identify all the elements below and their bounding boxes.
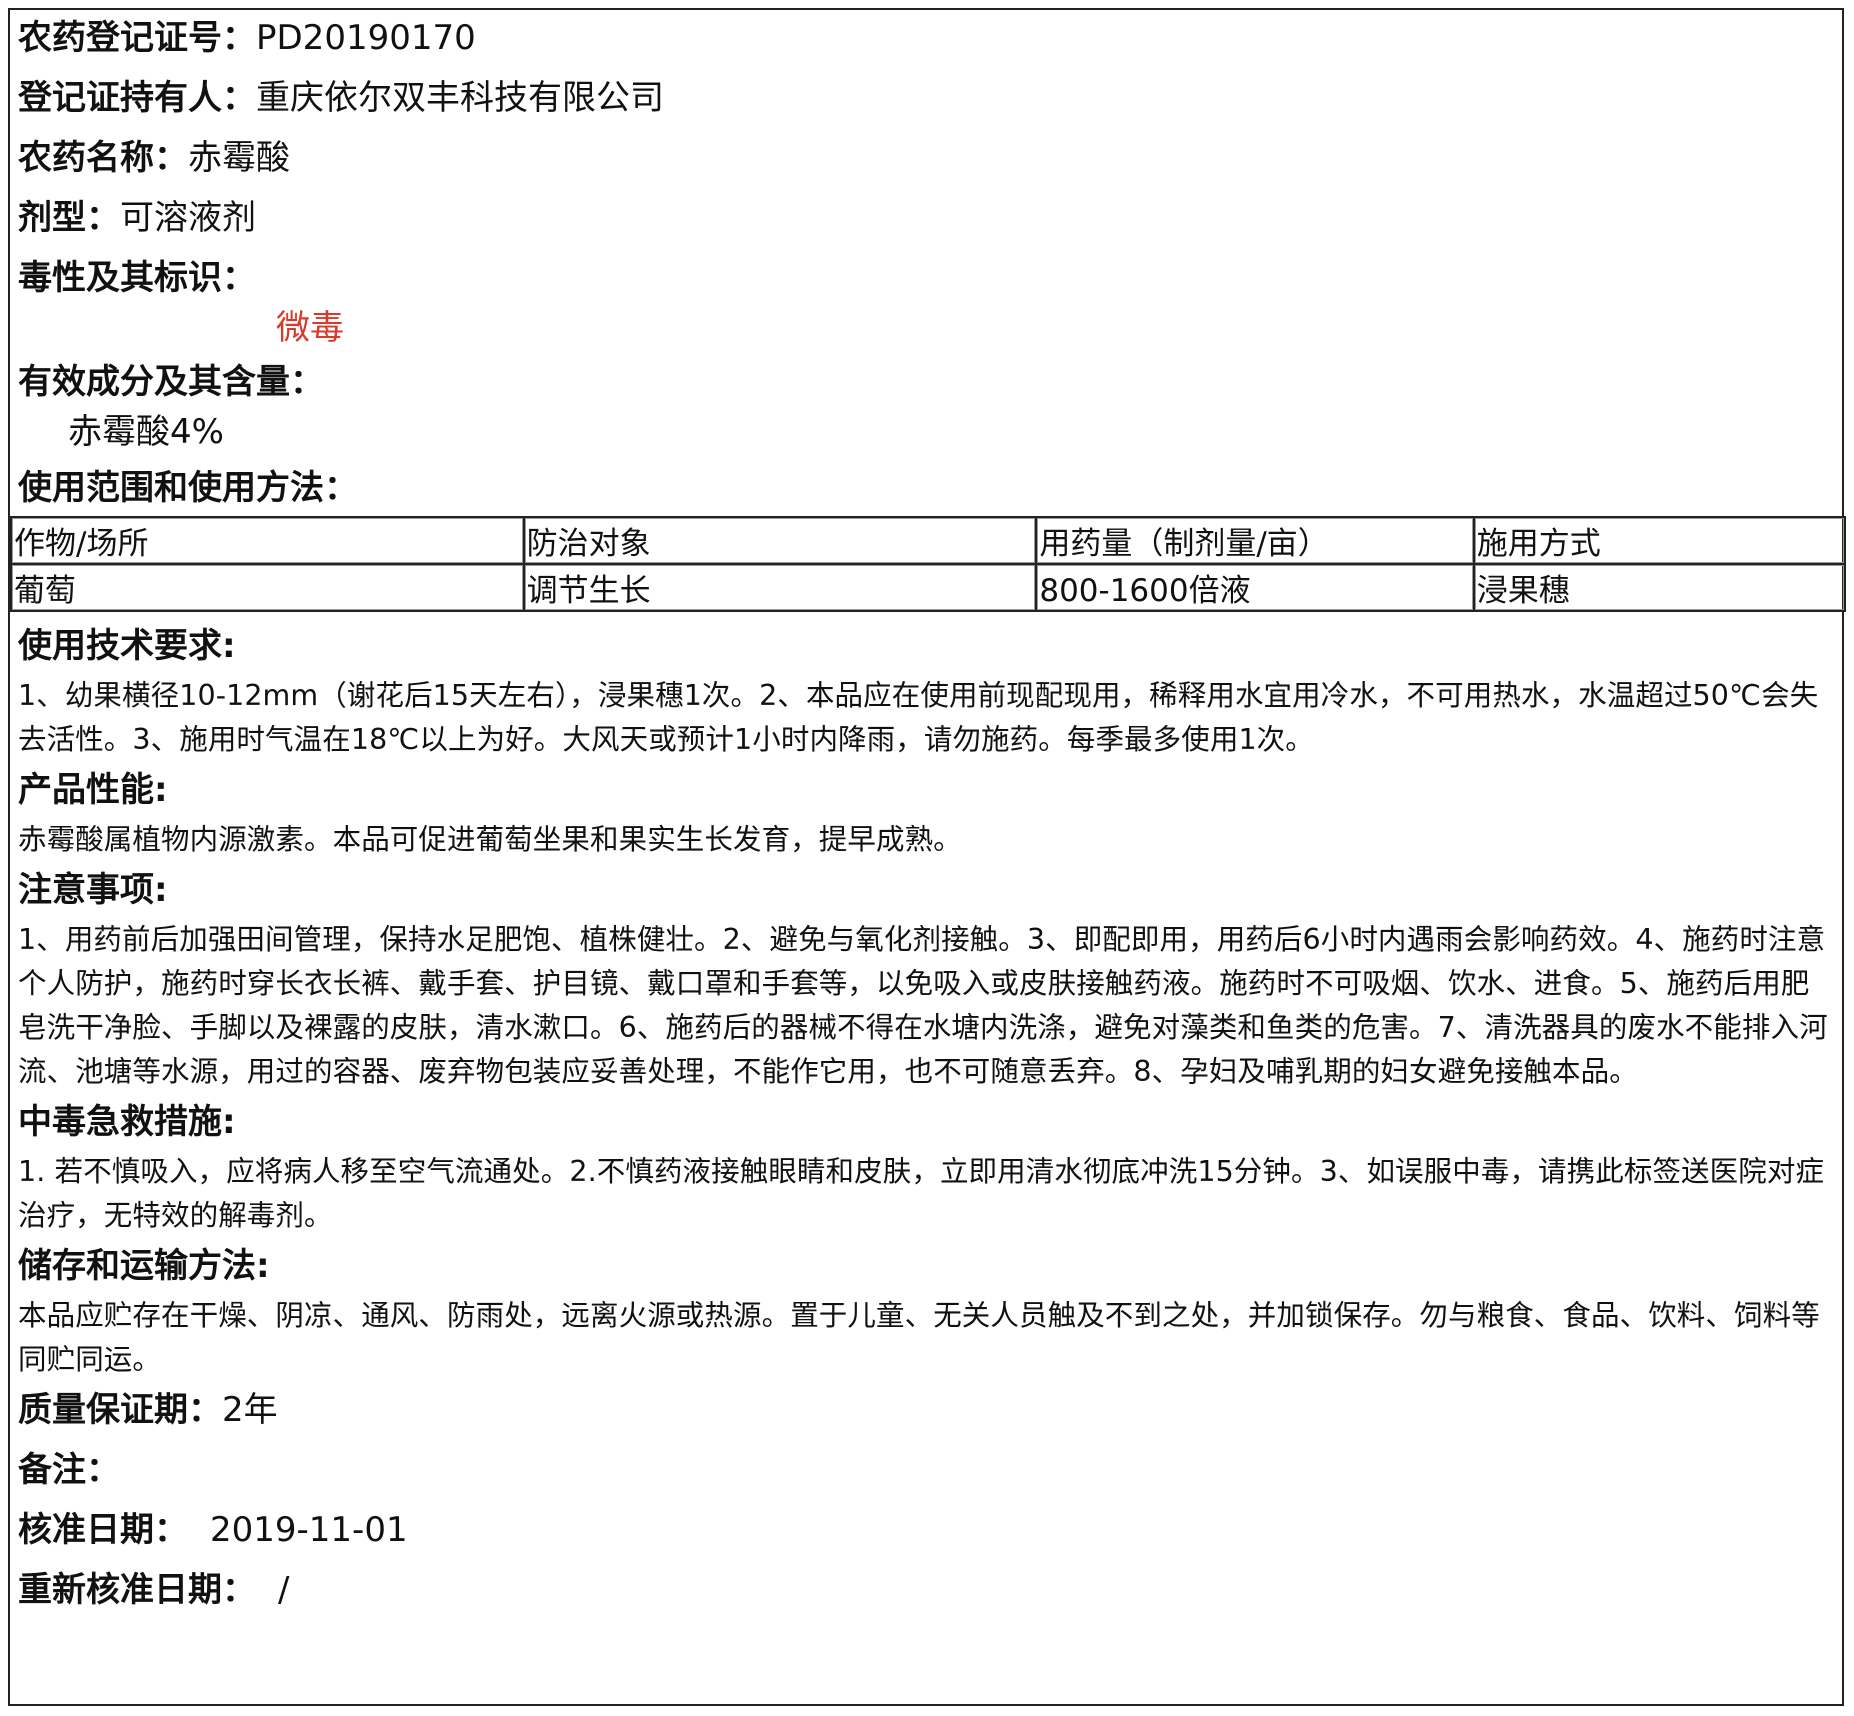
toxicity-value: 微毒 [276, 308, 344, 348]
usage-label: 使用范围和使用方法： [18, 468, 358, 508]
table-header-cell: 施用方式 [1472, 516, 1847, 565]
toxicity-row: 毒性及其标识： [18, 256, 1834, 306]
notes-label: 注意事项: [18, 870, 168, 910]
tech-label: 使用技术要求: [18, 626, 236, 666]
formulation-row: 剂型：可溶液剂 [18, 196, 1834, 256]
firstaid-text: 1. 若不慎吸入，应将病人移至空气流通处。2.不慎药液接触眼睛和皮肤，立即用清水… [18, 1155, 1825, 1232]
name-label: 农药名称： [18, 138, 188, 178]
shelf-row: 质量保证期：2年 [18, 1388, 1834, 1448]
approval-value: 2019-11-01 [210, 1510, 408, 1550]
tech-text: 1、幼果横径10-12mm（谢花后15天左右），浸果穗1次。2、本品应在使用前现… [18, 679, 1819, 756]
shelf-label: 质量保证期： [18, 1390, 222, 1430]
table-cell: 浸果穗 [1472, 563, 1847, 612]
shelf-value: 2年 [222, 1390, 278, 1430]
table-cell: 800-1600倍液 [1035, 563, 1475, 612]
formulation-value: 可溶液剂 [120, 198, 256, 238]
approval-row: 核准日期： 2019-11-01 [18, 1508, 1834, 1568]
table-cell: 葡萄 [10, 563, 525, 612]
approval-label: 核准日期： [18, 1510, 188, 1550]
usage-table: 作物/场所 防治对象 用药量（制剂量/亩） 施用方式 葡萄 调节生长 800-1… [10, 516, 1847, 612]
reapproval-row: 重新核准日期： / [18, 1568, 1834, 1628]
holder-row: 登记证持有人：重庆依尔双丰科技有限公司 [18, 76, 1834, 136]
ingredient-label: 有效成分及其含量： [18, 362, 324, 402]
pesticide-registration-document: 农药登记证号：PD20190170 登记证持有人：重庆依尔双丰科技有限公司 农药… [8, 8, 1847, 1706]
table-header-cell: 用药量（制剂量/亩） [1035, 516, 1475, 565]
reg-no-label: 农药登记证号： [18, 18, 256, 58]
reg-no-row: 农药登记证号：PD20190170 [18, 16, 1834, 76]
reg-no-value: PD20190170 [256, 18, 476, 58]
table-cell: 调节生长 [522, 563, 1038, 612]
remark-label: 备注： [18, 1450, 120, 1490]
ingredient-value: 赤霉酸4% [68, 412, 224, 452]
toxicity-label: 毒性及其标识： [18, 258, 256, 298]
storage-label: 储存和运输方法: [18, 1246, 270, 1286]
storage-text: 本品应贮存在干燥、阴凉、通风、防雨处，远离火源或热源。置于儿童、无关人员触及不到… [18, 1299, 1820, 1376]
name-value: 赤霉酸 [188, 138, 290, 178]
reapproval-label: 重新核准日期： [18, 1570, 256, 1610]
holder-label: 登记证持有人： [18, 78, 256, 118]
table-header-cell: 作物/场所 [10, 516, 525, 565]
name-row: 农药名称：赤霉酸 [18, 136, 1834, 196]
table-header-row: 作物/场所 防治对象 用药量（制剂量/亩） 施用方式 [10, 516, 1847, 565]
table-row: 葡萄 调节生长 800-1600倍液 浸果穗 [10, 563, 1847, 612]
formulation-label: 剂型： [18, 198, 120, 238]
performance-text: 赤霉酸属植物内源激素。本品可促进葡萄坐果和果实生长发育，提早成熟。 [18, 823, 962, 856]
notes-text: 1、用药前后加强田间管理，保持水足肥饱、植株健壮。2、避免与氧化剂接触。3、即配… [18, 923, 1828, 1088]
reapproval-value: / [278, 1570, 290, 1610]
holder-value: 重庆依尔双丰科技有限公司 [256, 78, 664, 118]
table-header-cell: 防治对象 [522, 516, 1038, 565]
firstaid-label: 中毒急救措施: [18, 1102, 236, 1142]
remark-row: 备注： [18, 1448, 1834, 1508]
performance-label: 产品性能: [18, 770, 168, 810]
